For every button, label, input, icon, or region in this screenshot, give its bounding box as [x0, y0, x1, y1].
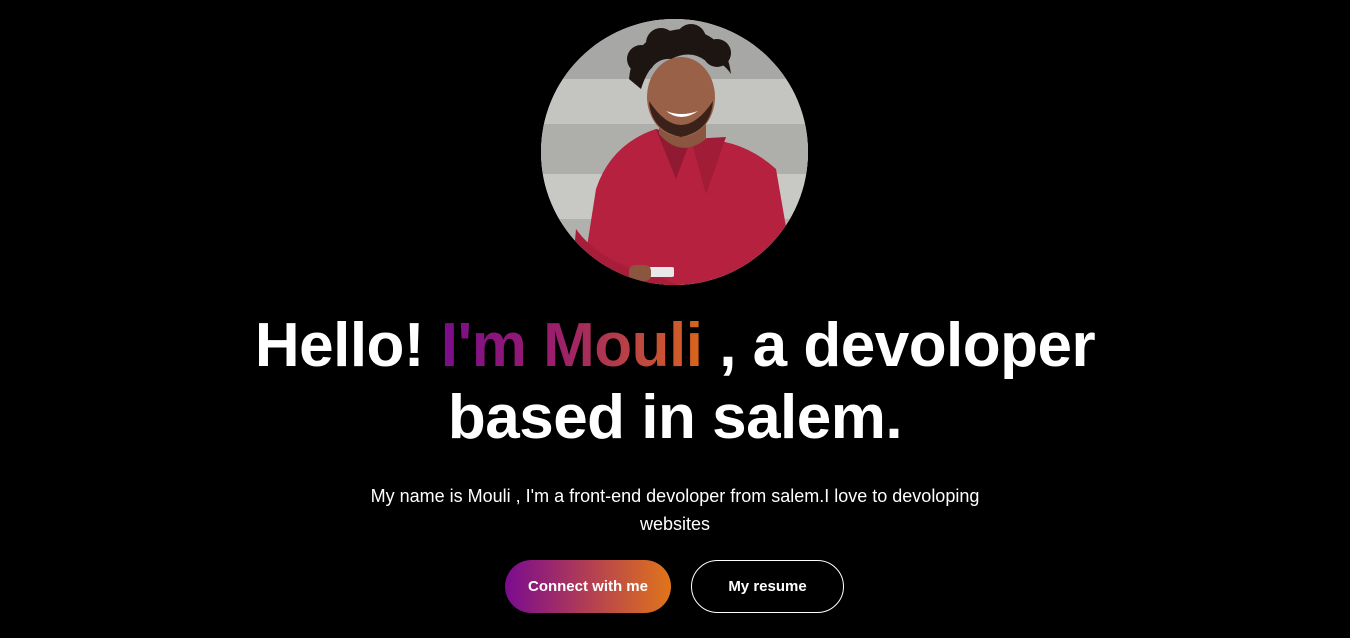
intro-paragraph: My name is Mouli , I'm a front-end devol… [370, 486, 980, 534]
tagline-text: , a devoloper [702, 311, 1096, 380]
resume-button[interactable]: My resume [691, 560, 844, 613]
profile-photo [541, 19, 808, 285]
profile-photo-icon [541, 19, 808, 285]
connect-button[interactable]: Connect with me [505, 560, 671, 613]
greeting-text: Hello! [254, 311, 441, 380]
headline-line-1: Hello! I'm Mouli , a devoloper [0, 310, 1350, 382]
hero-section: Hello! I'm Mouli , a devoloper based in … [0, 0, 1350, 638]
name-highlight: I'm Mouli [440, 311, 703, 380]
hero-headline: Hello! I'm Mouli , a devoloper based in … [0, 310, 1350, 454]
headline-line-2: based in salem. [447, 383, 903, 452]
